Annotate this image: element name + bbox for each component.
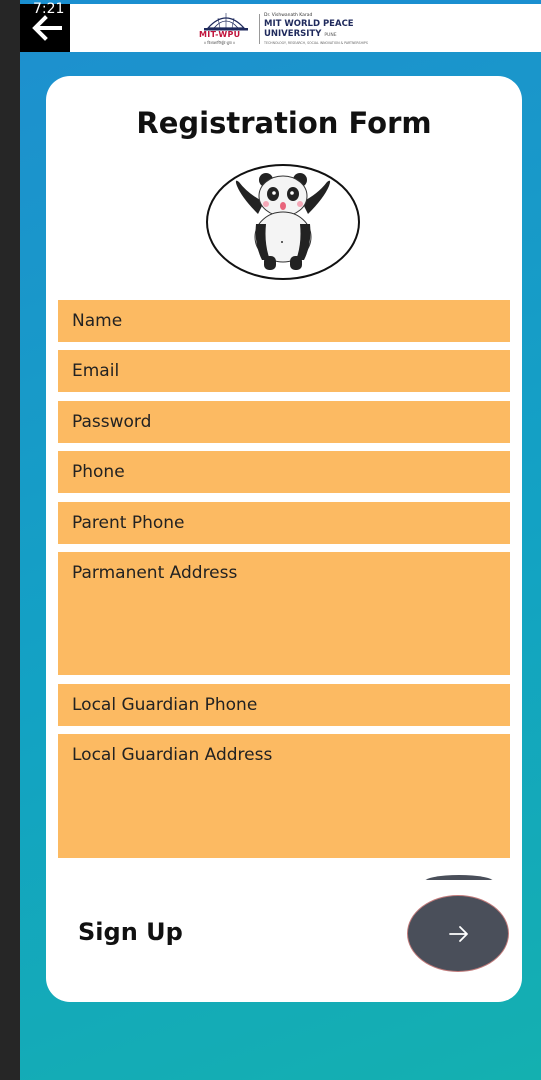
signup-label: Sign Up bbox=[78, 918, 183, 946]
signup-button[interactable] bbox=[407, 895, 509, 972]
logo-university-line2: UNIVERSITY bbox=[264, 29, 322, 39]
registration-card: Registration Form Name Email Password Ph… bbox=[46, 76, 522, 1002]
password-placeholder: Password bbox=[72, 412, 152, 432]
permanent-address-field[interactable]: Parmanent Address bbox=[58, 552, 510, 675]
logo-city: PUNE bbox=[324, 33, 337, 38]
email-field[interactable]: Email bbox=[58, 350, 510, 392]
page-title: Registration Form bbox=[136, 106, 432, 140]
name-placeholder: Name bbox=[72, 311, 123, 331]
logo-university-line2-wrap: UNIVERSITY PUNE bbox=[264, 29, 384, 41]
logo-brand-short: MIT-WPU bbox=[199, 30, 241, 39]
device-left-edge bbox=[0, 0, 20, 1080]
local-guardian-address-placeholder: Local Guardian Address bbox=[72, 745, 273, 765]
dome-icon bbox=[204, 13, 248, 31]
phone-field[interactable]: Phone bbox=[58, 451, 510, 493]
password-field[interactable]: Password bbox=[58, 401, 510, 443]
logo-text: Dr. Vishwanath Karad MIT WORLD PEACE UNI… bbox=[264, 13, 384, 46]
back-button[interactable]: 7:21 bbox=[20, 1, 70, 52]
arrow-left-icon bbox=[32, 15, 62, 41]
logo-university-line1: MIT WORLD PEACE bbox=[264, 19, 354, 29]
university-logo: MIT-WPU ॥ विश्वशान्तिर्ध्रुवं ध्रुवा ॥ D… bbox=[196, 10, 376, 48]
app-header: 7:21 MIT-WPU ॥ विश्वशान्तिर्ध्रुवं ध्रुव… bbox=[20, 1, 541, 52]
parent-phone-field[interactable]: Parent Phone bbox=[58, 502, 510, 544]
permanent-address-placeholder: Parmanent Address bbox=[72, 563, 238, 583]
name-field[interactable]: Name bbox=[58, 300, 510, 342]
parent-phone-placeholder: Parent Phone bbox=[72, 513, 185, 533]
app-screen: 7:21 MIT-WPU ॥ विश्वशान्तिर्ध्रुवं ध्रुव… bbox=[20, 0, 541, 1080]
logo-motto: TECHNOLOGY, RESEARCH, SOCIAL INNOVATION … bbox=[264, 41, 368, 45]
local-guardian-address-field[interactable]: Local Guardian Address bbox=[58, 734, 510, 858]
local-guardian-phone-placeholder: Local Guardian Phone bbox=[72, 695, 258, 715]
phone-placeholder: Phone bbox=[72, 462, 125, 482]
panda-icon bbox=[206, 164, 360, 280]
button-shadow bbox=[424, 875, 494, 880]
logo-emblem: MIT-WPU ॥ विश्वशान्तिर्ध्रुवं ध्रुवा ॥ bbox=[196, 10, 256, 48]
email-placeholder: Email bbox=[72, 361, 120, 381]
local-guardian-phone-field[interactable]: Local Guardian Phone bbox=[58, 684, 510, 726]
arrow-right-icon bbox=[449, 926, 468, 942]
logo-tagline: ॥ विश्वशान्तिर्ध्रुवं ध्रुवा ॥ bbox=[204, 41, 235, 45]
logo-divider bbox=[259, 14, 260, 44]
